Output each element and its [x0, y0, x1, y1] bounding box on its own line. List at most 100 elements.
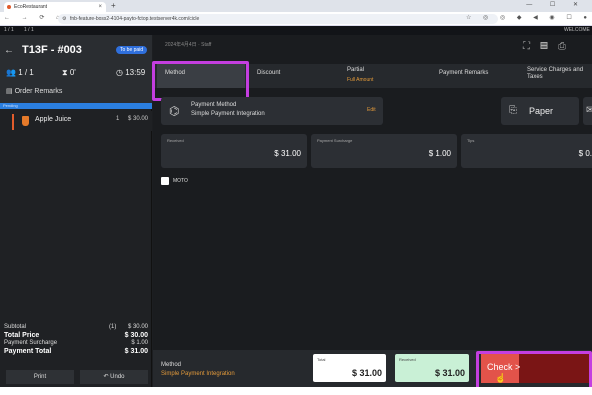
tab-sub-label: Full Amount: [347, 77, 374, 83]
footer-received-value: $ 31.00: [434, 368, 465, 378]
invoice-icon: ⎘: [509, 105, 517, 116]
print-button[interactable]: Print: [6, 370, 74, 384]
total-price-value: $ 30.00: [124, 332, 148, 339]
payment-total-label: Payment Total: [4, 348, 52, 355]
browser-nav-buttons[interactable]: ← → ⟳ ⌂: [4, 14, 65, 21]
site-info-icon[interactable]: ⚙: [62, 14, 66, 24]
tips-field-label: Tips: [467, 138, 475, 143]
subtotal-row: Subtotal (1) $ 30.00: [4, 324, 148, 332]
order-panel: ← T13F - #003 To be paid 👥 1 / 1 ⧗ 0' ◷ …: [0, 35, 152, 387]
clock-icon: ◷: [116, 68, 126, 77]
url-text: fnb-feature-boss2-4104-payto-fctop.tests…: [70, 16, 200, 22]
surcharge-row: Payment Surcharge $ 1.00: [4, 340, 148, 348]
received-field-label: Received: [167, 138, 184, 143]
order-item-row[interactable]: Apple Juice 1 $ 30.00: [0, 111, 152, 131]
undo-button[interactable]: ↶ Undo: [80, 370, 148, 384]
tab-label: Partial: [347, 67, 365, 73]
tab-partial[interactable]: Partial Full Amount: [339, 64, 425, 88]
tab-label: Payment Remarks: [439, 70, 489, 76]
footer-method-value: Simple Payment Integration: [161, 371, 235, 377]
browser-tab-bar: EcoRestaurant × + — ☐ ✕: [0, 0, 592, 12]
welcome-text: WELCOME: [564, 27, 590, 33]
undo-label: Undo: [110, 374, 125, 380]
drink-cup-icon: [22, 116, 29, 126]
footer-total-box: Total $ 31.00: [313, 354, 386, 382]
payment-panel: 2024年4月4日 · Staff ⛶▤⎙ Method Discount Pa…: [152, 35, 592, 391]
tab-close-icon[interactable]: ×: [98, 2, 102, 12]
surcharge-field-label: Payment Surcharge: [317, 138, 353, 143]
surcharge-field[interactable]: Payment Surcharge $ 1.00: [311, 134, 457, 168]
tab-label: Discount: [257, 70, 281, 76]
order-remarks-button[interactable]: ▤ Order Remarks: [6, 87, 62, 95]
order-remarks-label: Order Remarks: [14, 88, 63, 95]
total-price-label: Total Price: [4, 332, 40, 339]
guest-count: 👥 1 / 1: [6, 68, 34, 77]
browser-tab-title: EcoRestaurant: [14, 4, 48, 10]
url-input[interactable]: ⚙ fnb-feature-boss2-4104-payto-fctop.tes…: [58, 14, 498, 24]
tips-field-value: $ 0.: [578, 149, 592, 158]
payment-method-label: Payment Method: [191, 102, 237, 108]
address-bar: ← → ⟳ ⌂ ⚙ fnb-feature-boss2-4104-payto-f…: [0, 12, 592, 26]
item-status-bar: [12, 114, 14, 130]
payment-method-card[interactable]: ⌬ Payment Method Simple Payment Integrat…: [161, 97, 383, 125]
method-tab-highlight: [152, 61, 249, 101]
bookmarks-bar: 1 / 1 1 / 1 WELCOME: [0, 26, 592, 35]
email-invoice-button[interactable]: ✉: [583, 97, 592, 125]
surcharge-field-value: $ 1.00: [428, 149, 451, 158]
totals-summary: Subtotal (1) $ 30.00 Total Price $ 30.00…: [4, 324, 148, 356]
browser-tab[interactable]: EcoRestaurant ×: [4, 2, 106, 12]
received-field[interactable]: Received $ 31.00: [161, 134, 307, 168]
subtotal-count: (1): [109, 324, 117, 330]
shapes-icon: ⌬: [169, 104, 180, 118]
bottom-strip: [0, 387, 592, 395]
order-title: T13F - #003: [22, 44, 82, 56]
scan-icon[interactable]: ⛶: [523, 41, 540, 52]
moto-checkbox[interactable]: [161, 177, 169, 185]
envelope-icon: ✉: [586, 105, 592, 116]
item-name: Apple Juice: [35, 116, 72, 123]
pos-app: ← T13F - #003 To be paid 👥 1 / 1 ⧗ 0' ◷ …: [0, 35, 592, 391]
footer-received-box: Received $ 31.00: [395, 354, 469, 382]
surcharge-label: Payment Surcharge: [4, 340, 58, 346]
edit-method-link[interactable]: Edit: [367, 107, 376, 113]
item-qty: 1: [116, 116, 120, 122]
payment-method-value: Simple Payment Integration: [191, 111, 265, 117]
order-header: ← T13F - #003 To be paid 👥 1 / 1 ⧗ 0' ◷ …: [0, 35, 152, 103]
printer-icon[interactable]: ⎙: [558, 41, 576, 52]
tips-field[interactable]: Tips $ 0.: [461, 134, 592, 168]
footer-total-value: $ 31.00: [351, 368, 382, 378]
hourglass-icon: ⧗: [62, 68, 70, 77]
top-toolbar-icons[interactable]: ⛶▤⎙: [523, 41, 576, 52]
paper-invoice-button[interactable]: ⎘ Paper Invoice: [501, 97, 579, 144]
order-clock: ◷ 13:59: [116, 68, 145, 77]
tab-label: Service Charges and Taxes: [527, 67, 584, 80]
payment-total-row: Payment Total $ 31.00: [4, 348, 148, 356]
footer-method-label: Method: [161, 362, 182, 368]
tab-discount[interactable]: Discount: [249, 64, 335, 88]
payment-header-text: 2024年4月4日 · Staff: [165, 42, 212, 48]
clock-value: 13:59: [125, 68, 146, 77]
tab-service-charges[interactable]: Service Charges and Taxes: [519, 64, 592, 88]
footer-received-label: Received: [399, 357, 416, 362]
tab-payment-remarks[interactable]: Payment Remarks: [429, 64, 515, 88]
back-arrow-icon[interactable]: ←: [4, 45, 14, 56]
bookmark-item[interactable]: 1 / 1: [24, 27, 34, 33]
remarks-icon: ▤: [6, 88, 15, 95]
bookmark-item[interactable]: 1 / 1: [4, 27, 14, 33]
subtotal-value: $ 30.00: [127, 324, 148, 330]
guests-icon: 👥: [6, 68, 19, 77]
favicon-icon: [7, 5, 11, 9]
total-price-row: Total Price $ 30.00: [4, 332, 148, 340]
guests-value: 1 / 1: [18, 68, 34, 77]
subtotal-label: Subtotal: [4, 324, 27, 330]
elapsed-timer: ⧗ 0': [62, 68, 76, 78]
footer-total-label: Total: [317, 357, 326, 362]
surcharge-value: $ 1.00: [131, 340, 148, 346]
extension-icons[interactable]: ☆ ◎ ◎ ◆ ◀ ◉ ☐ ●: [466, 14, 592, 21]
pending-section-header: Pending: [0, 103, 152, 109]
receipt-icon[interactable]: ▤: [540, 41, 558, 52]
window-controls[interactable]: — ☐ ✕: [526, 1, 586, 8]
check-button-highlight: [476, 351, 592, 391]
received-field-value: $ 31.00: [274, 149, 301, 158]
new-tab-button[interactable]: +: [111, 1, 116, 10]
